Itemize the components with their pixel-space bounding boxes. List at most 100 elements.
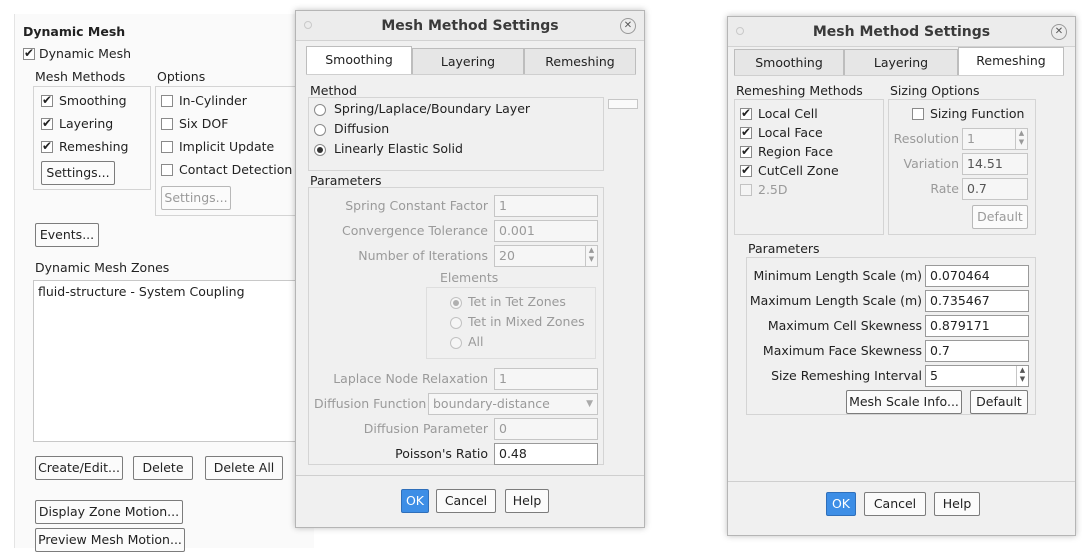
cancel-button[interactable]: Cancel [864, 492, 926, 516]
resolution-field[interactable]: 1 ▲ ▼ [962, 128, 1028, 150]
mesh-method-settings-dialog-smoothing: Mesh Method Settings ✕ Smoothing Layerin… [295, 10, 645, 528]
convergence-label: Convergence Tolerance [342, 223, 488, 238]
dynamic-mesh-checkbox[interactable] [23, 46, 35, 60]
resolution-value: 1 [967, 131, 975, 146]
mesh-scale-info-button[interactable]: Mesh Scale Info... [846, 390, 962, 414]
elements-label: Elements [440, 270, 499, 285]
diffusion-function-select[interactable]: boundary-distance ▼ [428, 393, 598, 415]
cancel-button[interactable]: Cancel [436, 489, 496, 513]
ok-button[interactable]: OK [401, 489, 429, 513]
footer-divider [296, 475, 644, 476]
parameters-default-button[interactable]: Default [970, 390, 1028, 414]
cutcell-zone-checkbox[interactable] [740, 163, 752, 177]
tab-remeshing[interactable]: Remeshing [524, 48, 636, 74]
events-button[interactable]: Events... [35, 223, 99, 247]
implicit-update-checkbox[interactable] [161, 141, 173, 153]
parameters-label: Parameters [310, 173, 382, 188]
diffusion-radio[interactable] [314, 124, 326, 136]
all-radio[interactable] [450, 337, 462, 349]
tab-bar: Smoothing Layering Remeshing [734, 47, 1064, 75]
remeshing-methods-label: Remeshing Methods [736, 83, 863, 98]
max-length-field[interactable]: 0.735467 [925, 290, 1029, 312]
create-edit-button[interactable]: Create/Edit... [35, 456, 123, 480]
window-menu-icon[interactable] [736, 27, 744, 35]
contact-detection-checkbox[interactable] [161, 164, 173, 176]
smoothing-checkbox[interactable] [41, 93, 53, 107]
list-item[interactable]: fluid-structure - System Coupling [38, 284, 245, 299]
options-settings-button[interactable]: Settings... [161, 186, 231, 210]
spin-icon[interactable]: ▲ ▼ [1015, 129, 1027, 149]
panel-title: Dynamic Mesh [23, 24, 126, 39]
tet-in-tet-label: Tet in Tet Zones [468, 294, 566, 309]
ok-button[interactable]: OK [826, 492, 856, 516]
delete-button[interactable]: Delete [133, 456, 193, 480]
diffusion-parameter-field[interactable]: 0 [494, 418, 598, 440]
local-cell-checkbox[interactable] [740, 106, 752, 120]
laplace-field[interactable]: 1 [494, 368, 598, 390]
zones-label: Dynamic Mesh Zones [35, 260, 170, 275]
layering-checkbox[interactable] [41, 116, 53, 130]
parameters-label: Parameters [748, 241, 820, 256]
max-face-skew-field[interactable]: 0.7 [925, 340, 1029, 362]
laplace-label: Laplace Node Relaxation [333, 371, 488, 386]
rate-label: Rate [930, 181, 959, 196]
diffusion-function-value: boundary-distance [433, 396, 550, 411]
spring-constant-label: Spring Constant Factor [345, 198, 488, 213]
tab-layering[interactable]: Layering [844, 49, 958, 75]
local-face-checkbox[interactable] [740, 125, 752, 139]
poisson-field[interactable]: 0.48 [494, 443, 598, 465]
methods-settings-button[interactable]: Settings... [41, 161, 115, 185]
six-dof-label: Six DOF [179, 116, 229, 131]
tab-underline [734, 75, 1064, 76]
tab-smoothing[interactable]: Smoothing [306, 46, 412, 74]
delete-all-button[interactable]: Delete All [205, 456, 283, 480]
min-length-field[interactable]: 0.070464 [925, 265, 1029, 287]
sizing-options-label: Sizing Options [890, 83, 980, 98]
spin-icon[interactable]: ▲ ▼ [1016, 366, 1028, 386]
size-interval-label: Size Remeshing Interval [771, 368, 922, 383]
footer-divider [728, 481, 1075, 482]
method-side-button[interactable] [608, 99, 638, 109]
linearly-elastic-label: Linearly Elastic Solid [334, 141, 463, 156]
tab-bar: Smoothing Layering Remeshing [306, 46, 636, 74]
max-cell-skew-field[interactable]: 0.879171 [925, 315, 1029, 337]
in-cylinder-label: In-Cylinder [179, 93, 247, 108]
cutcell-zone-label: CutCell Zone [758, 163, 839, 178]
in-cylinder-checkbox[interactable] [161, 95, 173, 107]
tab-remeshing[interactable]: Remeshing [958, 47, 1064, 75]
convergence-field[interactable]: 0.001 [494, 220, 598, 242]
sizing-default-button[interactable]: Default [972, 205, 1028, 229]
display-zone-motion-button[interactable]: Display Zone Motion... [35, 500, 183, 524]
tet-in-mixed-radio[interactable] [450, 317, 462, 329]
dialog-titlebar: Mesh Method Settings ✕ [296, 11, 644, 41]
spring-constant-field[interactable]: 1 [494, 195, 598, 217]
close-icon[interactable]: ✕ [620, 18, 636, 34]
six-dof-checkbox[interactable] [161, 118, 173, 130]
help-button[interactable]: Help [934, 492, 980, 516]
diffusion-parameter-label: Diffusion Parameter [363, 421, 488, 436]
window-menu-icon[interactable] [304, 21, 312, 29]
spin-icon[interactable]: ▲ ▼ [585, 246, 597, 266]
implicit-update-label: Implicit Update [179, 139, 275, 154]
tab-layering[interactable]: Layering [412, 48, 524, 74]
size-interval-field[interactable]: 5 ▲ ▼ [925, 365, 1029, 387]
help-button[interactable]: Help [505, 489, 549, 513]
remeshing-checkbox[interactable] [41, 139, 53, 153]
iterations-field[interactable]: 20 ▲ ▼ [494, 245, 598, 267]
variation-field[interactable]: 14.51 [962, 153, 1028, 175]
sizing-function-checkbox[interactable] [912, 108, 924, 120]
linearly-elastic-radio[interactable] [314, 144, 326, 156]
region-face-checkbox[interactable] [740, 144, 752, 158]
tet-in-mixed-label: Tet in Mixed Zones [468, 314, 585, 329]
zones-list[interactable]: fluid-structure - System Coupling [33, 280, 301, 442]
tet-in-tet-radio[interactable] [450, 297, 462, 309]
two-five-d-checkbox[interactable] [740, 184, 752, 196]
mesh-method-settings-dialog-remeshing: Mesh Method Settings ✕ Smoothing Layerin… [727, 16, 1076, 536]
spring-laplace-radio[interactable] [314, 104, 326, 116]
tab-underline [306, 74, 636, 75]
tab-smoothing[interactable]: Smoothing [734, 49, 844, 75]
mesh-methods-label: Mesh Methods [35, 69, 126, 84]
close-icon[interactable]: ✕ [1051, 24, 1067, 40]
preview-mesh-motion-button[interactable]: Preview Mesh Motion... [35, 528, 185, 552]
rate-field[interactable]: 0.7 [962, 178, 1028, 200]
